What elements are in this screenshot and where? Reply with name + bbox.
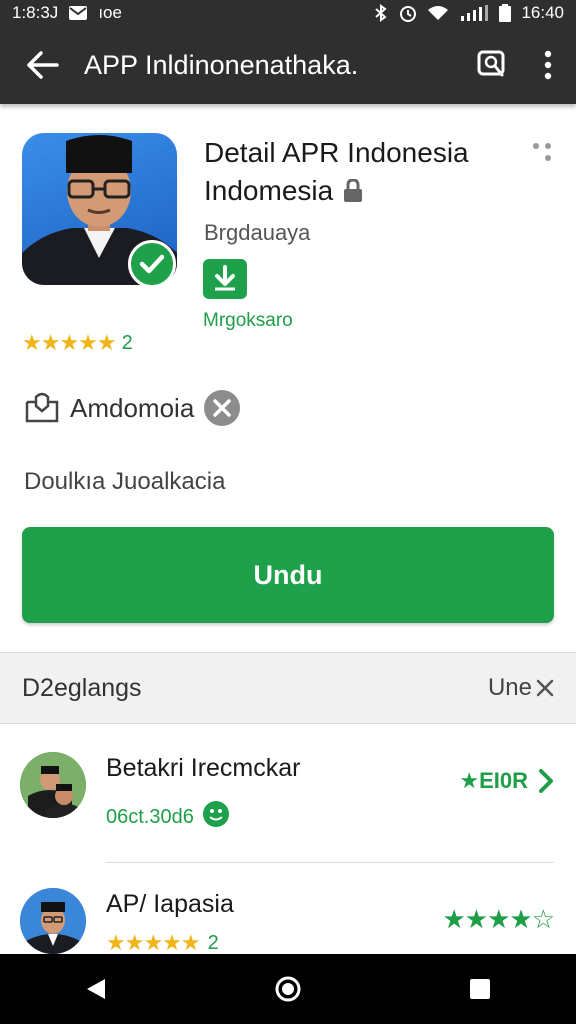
chevron-right-icon (539, 769, 553, 793)
status-time-right: 16:40 (521, 3, 564, 22)
arrow-left-icon (27, 51, 59, 79)
download-label: Mrgoksaro (203, 310, 293, 331)
tag-icon (25, 392, 59, 423)
item-rating-stars: ★★★★★ (106, 930, 201, 955)
emoji-badge-icon (202, 800, 230, 834)
status-bar: 1:8:3J ıoe 16:40 (0, 0, 576, 26)
developer-name[interactable]: Brgdauaya (204, 220, 310, 246)
avatar (20, 888, 86, 954)
item-right-label: ★EI0R (459, 768, 528, 793)
item-date: 06ct.30d6 (106, 805, 194, 828)
avatar (20, 752, 86, 818)
app-rating: ★★★★★ 2 (22, 330, 133, 356)
gmail-icon (68, 5, 88, 21)
person-portrait-icon (20, 888, 86, 954)
close-icon (536, 679, 554, 697)
status-carrier: ıoe (98, 3, 122, 22)
nav-back-button[interactable] (61, 954, 131, 1024)
bluetooth-icon (373, 4, 389, 22)
wifi-icon (427, 5, 449, 21)
search-icon (477, 50, 505, 77)
install-button[interactable]: Undu (22, 527, 554, 623)
list-item[interactable]: Betakri Irecmckar 06ct.30d6 ★EI0R (0, 724, 576, 864)
app-toolbar: APP Inldinonenathaka. (0, 26, 576, 104)
rating-count: 2 (121, 331, 133, 354)
status-time-left: 1:8:3J (12, 3, 59, 22)
search-button[interactable] (464, 26, 520, 104)
square-recents-icon (470, 979, 490, 999)
nav-recents-button[interactable] (445, 954, 515, 1024)
item-action[interactable]: ★EI0R (459, 768, 554, 794)
section-action-button[interactable]: Une (488, 674, 554, 702)
item-rating-count: 2 (207, 931, 219, 954)
list-divider (106, 862, 554, 863)
lock-icon (344, 179, 363, 202)
app-title-line2: Indomesia (204, 172, 363, 210)
alarm-icon (399, 4, 417, 22)
download-icon (215, 265, 235, 291)
nav-home-button[interactable] (253, 954, 323, 1024)
back-button[interactable] (0, 26, 84, 104)
system-navigation-bar (0, 954, 576, 1024)
people-portrait-icon (20, 752, 86, 818)
item-rating: ★★★★★ 2 (106, 930, 219, 956)
signal-icon (459, 5, 489, 21)
verified-badge (128, 240, 176, 288)
more-vert-icon (544, 50, 552, 80)
rating-stars: ★★★★★ (22, 330, 117, 355)
related-section-header: D2eglangs Une (0, 652, 576, 724)
app-description: Doulkıa Juoalkacia (24, 468, 226, 495)
overflow-menu-button[interactable] (520, 26, 576, 104)
toolbar-title: APP Inldinonenathaka. (84, 49, 359, 80)
item-right-stars: ★★★★☆ (442, 904, 555, 934)
home-circle-icon (275, 976, 301, 1002)
item-title: Betakri Irecmckar (106, 754, 301, 782)
close-icon (213, 399, 232, 417)
item-subtitle: 06ct.30d6 (106, 800, 230, 834)
category-label: Amdomoia (70, 392, 195, 423)
section-action-label: Une (487, 674, 532, 701)
app-title-second: Indomesia (204, 175, 334, 206)
app-title: Detail APR Indonesia (204, 137, 469, 168)
section-title: D2eglangs (22, 673, 142, 702)
check-icon (139, 254, 165, 274)
more-options-button[interactable] (530, 140, 554, 168)
category-chip[interactable]: Amdomoia (24, 390, 241, 426)
battery-icon (499, 4, 512, 22)
item-title: AP/ Iapasia (106, 890, 234, 918)
triangle-back-icon (87, 979, 105, 999)
more-dots-icon (533, 143, 551, 161)
clear-category-button[interactable] (204, 390, 241, 426)
download-badge[interactable] (203, 259, 247, 299)
